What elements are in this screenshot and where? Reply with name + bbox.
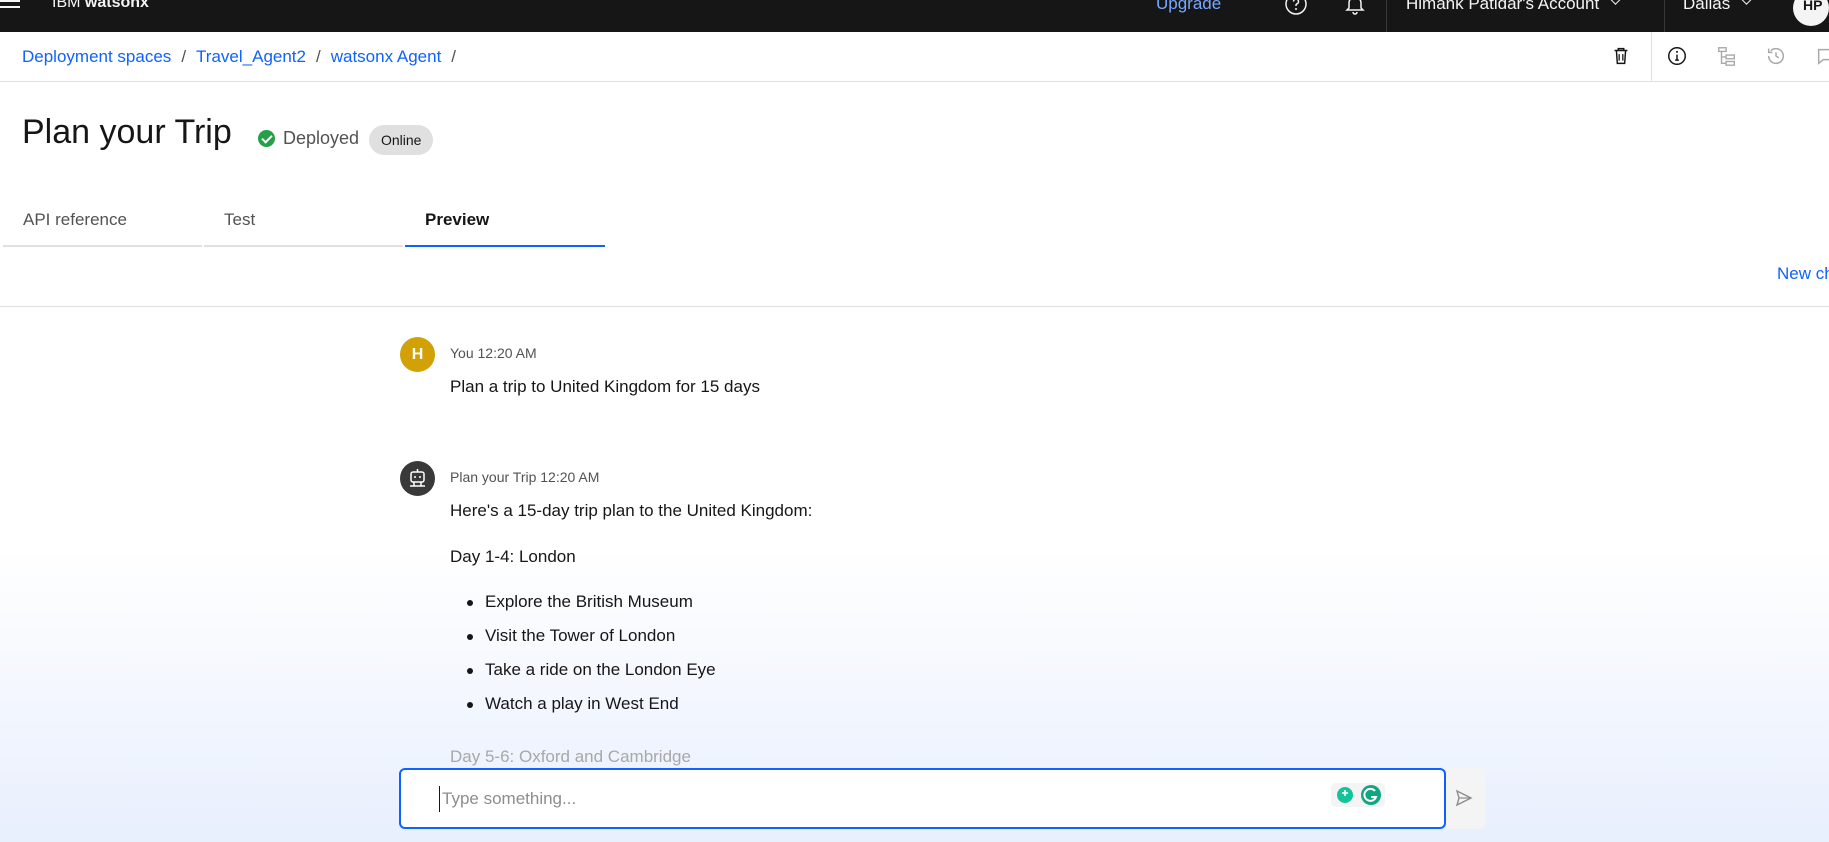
chat-icon[interactable] — [1815, 45, 1829, 67]
brand-logo[interactable]: IBM watsonx — [52, 0, 149, 12]
tab-test[interactable]: Test — [204, 210, 403, 247]
hierarchy-icon[interactable] — [1716, 45, 1738, 67]
tab-label: Test — [224, 210, 256, 229]
tab-label: Preview — [425, 210, 490, 229]
bot-message-avatar — [400, 461, 435, 496]
grammarly-icon[interactable] — [1331, 781, 1387, 809]
chat-transcript[interactable]: H You 12:20 AM Plan a trip to United Kin… — [0, 307, 1829, 842]
topbar-divider — [1386, 0, 1387, 32]
itinerary-list: Explore the British Museum Visit the Tow… — [450, 592, 716, 728]
checkmark-filled-icon — [258, 130, 275, 147]
breadcrumb-separator: / — [451, 47, 457, 66]
message-meta: You 12:20 AM — [450, 345, 537, 361]
user-message-text: Plan a trip to United Kingdom for 15 day… — [450, 377, 760, 396]
breadcrumb-watsonx-agent[interactable]: watsonx Agent — [331, 47, 442, 66]
toolbar-divider — [1651, 32, 1652, 82]
topbar-divider — [1664, 0, 1665, 32]
send-button[interactable] — [1446, 768, 1485, 829]
message-input[interactable] — [439, 786, 1289, 812]
delete-trash-icon[interactable] — [1610, 45, 1632, 67]
message-time: 12:20 AM — [477, 345, 537, 361]
account-switcher[interactable]: Himank Patidar's Account — [1406, 0, 1623, 14]
list-item: Explore the British Museum — [450, 592, 716, 626]
breadcrumb-separator: / — [315, 47, 321, 66]
message-composer — [399, 768, 1446, 829]
breadcrumb-bar: Deployment spaces / Travel_Agent2 / watsonx … — [0, 32, 1829, 82]
breadcrumb: Deployment spaces / Travel_Agent2 / watsonx … — [22, 47, 466, 67]
hamburger-menu-icon[interactable] — [0, 0, 26, 14]
history-icon[interactable] — [1765, 45, 1787, 67]
message-author: Plan your Trip — [450, 469, 537, 485]
bot-message-section-title: Day 1-4: London — [450, 547, 576, 566]
new-chat-button[interactable]: New chat — [1777, 264, 1829, 284]
region-label: Dallas — [1683, 0, 1731, 13]
bot-message-intro: Here's a 15-day trip plan to the United … — [450, 501, 813, 520]
region-switcher[interactable]: Dallas — [1683, 0, 1754, 14]
list-item: Visit the Tower of London — [450, 626, 716, 660]
brand-name: watsonx — [84, 0, 149, 11]
deployment-status: Deployed — [258, 128, 359, 149]
tab-api-reference[interactable]: API reference — [3, 210, 202, 247]
send-icon — [1455, 789, 1473, 807]
status-badge: Online — [369, 125, 434, 155]
robot-icon — [410, 469, 425, 487]
message-meta: Plan your Trip 12:20 AM — [450, 469, 599, 485]
account-label: Himank Patidar's Account — [1406, 0, 1600, 13]
brand-prefix: IBM — [52, 0, 81, 11]
breadcrumb-deployment-spaces[interactable]: Deployment spaces — [22, 47, 171, 66]
message-author: You — [450, 345, 474, 361]
notification-bell-icon[interactable] — [1343, 0, 1367, 16]
bot-message-section-title: Day 5-6: Oxford and Cambridge — [450, 747, 691, 766]
upgrade-link[interactable]: Upgrade — [1156, 0, 1221, 14]
message-time: 12:20 AM — [540, 469, 600, 485]
status-label: Deployed — [283, 128, 360, 148]
page-title: Plan your Trip — [22, 113, 232, 151]
user-message-avatar: H — [400, 337, 435, 372]
user-avatar[interactable]: HP — [1793, 0, 1829, 26]
breadcrumb-separator: / — [181, 47, 187, 66]
tab-label: API reference — [23, 210, 127, 229]
breadcrumb-travel-agent2[interactable]: Travel_Agent2 — [196, 47, 306, 66]
list-item: Take a ride on the London Eye — [450, 660, 716, 694]
top-navigation-bar: IBM watsonx Upgrade Himank Patidar's Acc… — [0, 0, 1829, 32]
help-icon[interactable] — [1284, 0, 1308, 16]
chevron-down-icon — [1740, 0, 1754, 5]
list-item: Watch a play in West End — [450, 694, 716, 728]
info-icon[interactable] — [1666, 45, 1688, 67]
chevron-down-icon — [1609, 0, 1623, 5]
tab-preview[interactable]: Preview — [405, 210, 605, 247]
